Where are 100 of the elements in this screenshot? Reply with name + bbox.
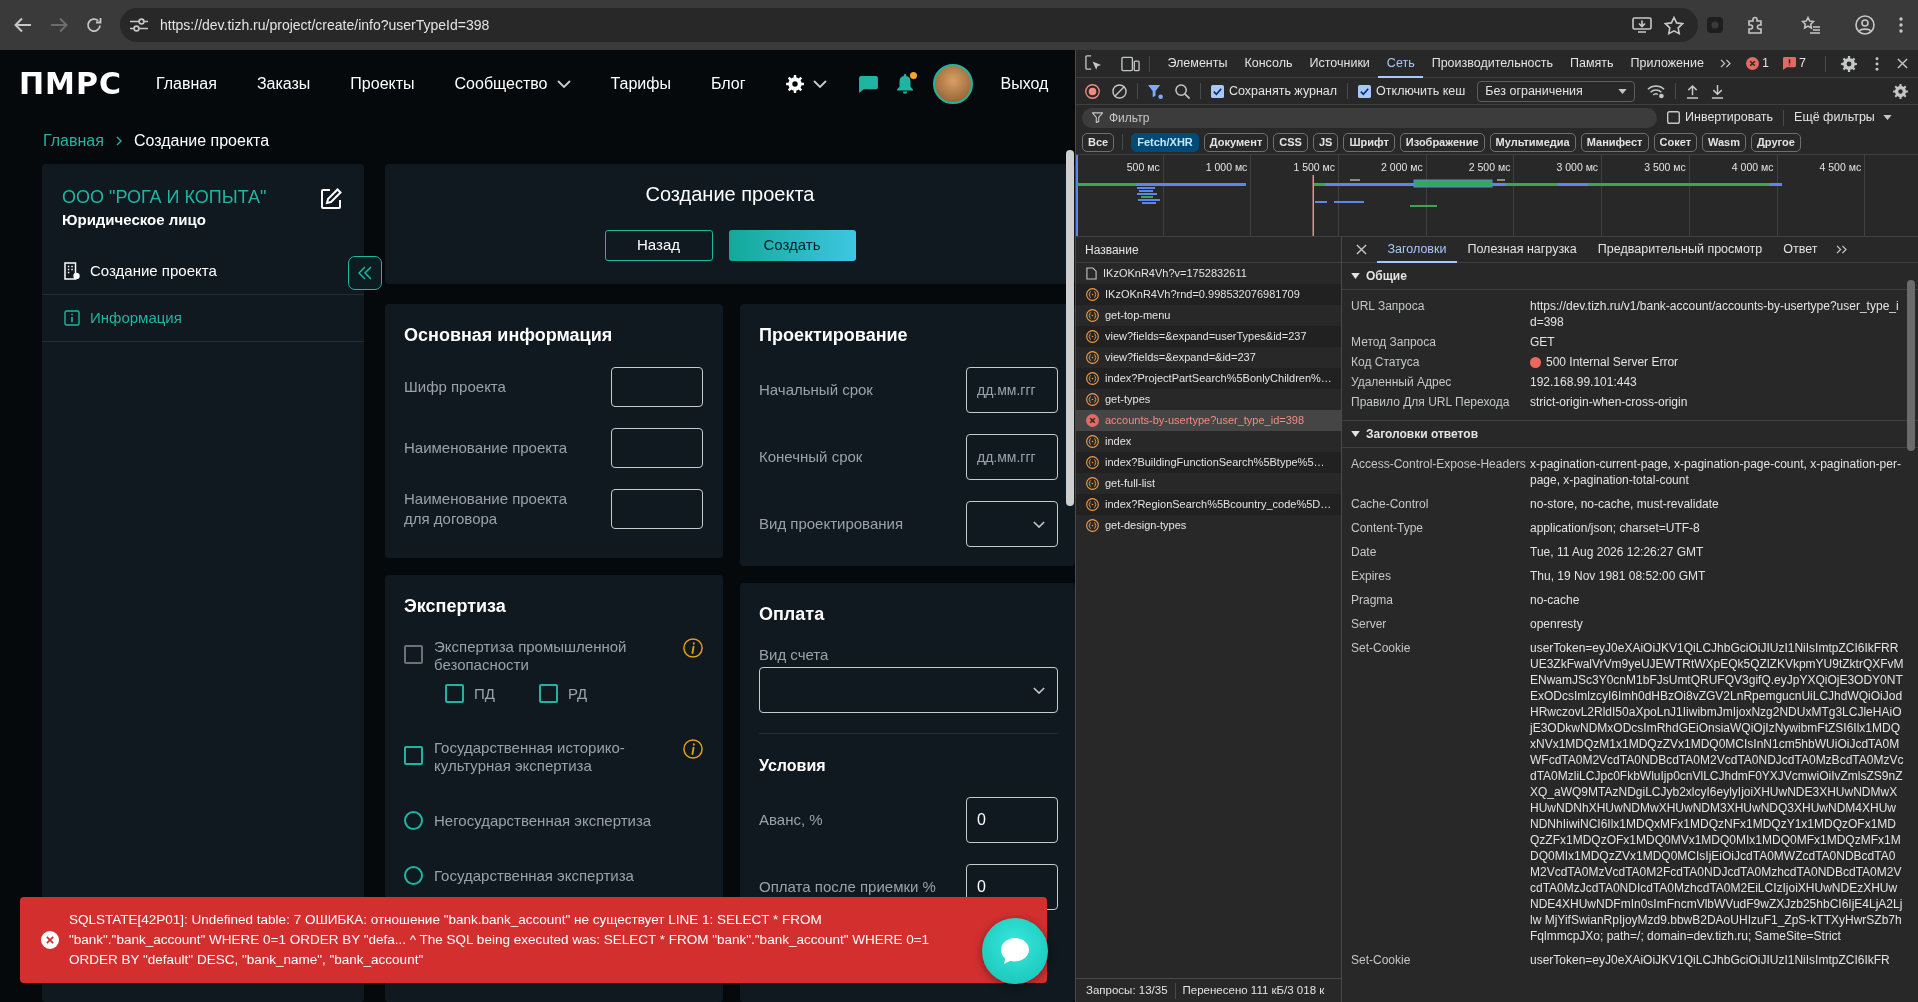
issues-button[interactable]: 7 bbox=[1779, 54, 1810, 73]
settings-icon[interactable] bbox=[1841, 55, 1857, 72]
filter-icon[interactable] bbox=[1148, 83, 1163, 99]
back-button[interactable]: Назад bbox=[604, 230, 713, 261]
text-input[interactable] bbox=[611, 428, 703, 468]
clear-icon[interactable] bbox=[1112, 83, 1127, 99]
breadcrumb-link[interactable]: Главная bbox=[43, 129, 104, 153]
nav-link[interactable]: Сообщество bbox=[454, 72, 571, 96]
checkbox-label[interactable]: Государственная историко-культурная экспертиза bbox=[434, 739, 649, 775]
address-bar[interactable]: https://dev.tizh.ru/project/create/info?userTypeId=398 bbox=[120, 8, 1698, 42]
upload-icon[interactable] bbox=[1686, 83, 1700, 99]
select-field[interactable] bbox=[759, 667, 1058, 713]
throttling-select[interactable]: Без ограничения bbox=[1477, 80, 1636, 102]
scrollbar-thumb[interactable] bbox=[1907, 280, 1915, 451]
panel-tab[interactable]: Элементы bbox=[1159, 49, 1236, 78]
type-filter-button[interactable]: Шрифт bbox=[1343, 132, 1395, 152]
request-row[interactable]: index?ProjectPartSearch%5BonlyChildren%… bbox=[1076, 368, 1341, 389]
request-row[interactable]: view?fields=&expand=&id=237 bbox=[1076, 347, 1341, 368]
create-button[interactable]: Создать bbox=[728, 230, 856, 261]
type-filter-button[interactable]: Другое bbox=[1751, 132, 1801, 152]
site-settings-icon[interactable] bbox=[130, 18, 148, 32]
bell-icon[interactable] bbox=[895, 74, 914, 94]
chat-icon[interactable] bbox=[858, 75, 878, 93]
info-icon[interactable] bbox=[683, 739, 703, 759]
network-conditions-icon[interactable] bbox=[1647, 83, 1666, 99]
nav-link[interactable]: Заказы bbox=[256, 72, 311, 96]
logout-link[interactable]: Выход bbox=[1000, 72, 1049, 96]
record-icon[interactable] bbox=[1085, 83, 1100, 99]
star-icon[interactable] bbox=[1664, 15, 1684, 35]
radio-button[interactable] bbox=[404, 866, 423, 885]
puzzle-icon[interactable] bbox=[1747, 16, 1765, 34]
radio-label[interactable]: Государственная экспертиза bbox=[434, 866, 634, 885]
close-icon[interactable] bbox=[1356, 244, 1367, 255]
request-row[interactable]: index?RegionSearch%5Bcountry_code%5D… bbox=[1076, 494, 1341, 515]
text-input[interactable] bbox=[611, 367, 703, 407]
panel-tab[interactable]: Производительность bbox=[1423, 49, 1562, 78]
nav-link[interactable]: Проекты bbox=[350, 72, 415, 96]
checkbox-label[interactable]: Отключить кеш bbox=[1376, 81, 1466, 101]
request-row[interactable]: get-full-list bbox=[1076, 473, 1341, 494]
request-row[interactable]: get-types bbox=[1076, 389, 1341, 410]
request-row[interactable]: IKzOKnR4Vh?v=1752832611 bbox=[1076, 263, 1341, 284]
checkbox-label[interactable]: Инвертировать bbox=[1685, 108, 1774, 127]
logo[interactable]: ПМРС bbox=[19, 69, 122, 99]
detail-tab[interactable]: Заголовки bbox=[1377, 236, 1457, 263]
bookmarks-icon[interactable] bbox=[1801, 16, 1821, 34]
type-filter-button[interactable]: Wasm bbox=[1702, 132, 1747, 152]
date-input[interactable]: дд.мм.ггг bbox=[966, 434, 1058, 480]
request-row[interactable]: index?BuildingFunctionSearch%5Btype%5… bbox=[1076, 452, 1341, 473]
detail-tab[interactable]: Предварительный просмотр bbox=[1587, 236, 1773, 263]
request-row[interactable]: IKzOKnR4Vh?rnd=0.998532076981709 bbox=[1076, 284, 1341, 305]
back-icon[interactable] bbox=[14, 17, 32, 33]
panel-tab[interactable]: Приложение bbox=[1622, 49, 1713, 78]
download-icon[interactable] bbox=[1711, 83, 1725, 99]
type-filter-button[interactable]: CSS bbox=[1273, 132, 1308, 152]
scrollbar-thumb[interactable] bbox=[1066, 150, 1074, 506]
type-filter-button[interactable]: Документ bbox=[1203, 132, 1269, 152]
reload-icon[interactable] bbox=[86, 17, 102, 33]
more-tabs-icon[interactable] bbox=[1720, 59, 1732, 68]
detail-tab[interactable]: Ответ bbox=[1772, 236, 1828, 263]
checkbox[interactable] bbox=[1667, 111, 1680, 124]
install-icon[interactable] bbox=[1632, 17, 1652, 33]
checkbox-label[interactable]: Сохранять журнал bbox=[1229, 81, 1338, 101]
sidebar-item[interactable]: Создание проекта bbox=[64, 259, 217, 283]
device-toolbar-icon[interactable] bbox=[1121, 55, 1140, 72]
panel-tab[interactable]: Источники bbox=[1301, 49, 1379, 78]
column-header[interactable]: Название bbox=[1076, 237, 1341, 263]
type-filter-button[interactable]: Манифест bbox=[1580, 132, 1649, 152]
edit-icon[interactable] bbox=[319, 187, 343, 211]
nav-link[interactable]: Блог bbox=[710, 72, 746, 96]
radio-label[interactable]: Негосударственная экспертиза bbox=[434, 811, 652, 830]
type-filter-button[interactable]: Fetch/XHR bbox=[1131, 132, 1199, 152]
type-filter-button[interactable]: JS bbox=[1312, 132, 1339, 152]
settings-button[interactable] bbox=[785, 75, 827, 93]
collapse-button[interactable] bbox=[348, 256, 382, 290]
close-icon[interactable] bbox=[41, 931, 59, 949]
checkbox[interactable] bbox=[1211, 84, 1224, 98]
request-row[interactable]: index bbox=[1076, 431, 1341, 452]
panel-tab[interactable]: Память bbox=[1561, 49, 1623, 78]
select-field[interactable] bbox=[966, 501, 1058, 547]
checkbox[interactable] bbox=[1358, 84, 1372, 98]
type-filter-button[interactable]: Все bbox=[1082, 132, 1115, 152]
errors-button[interactable]: 1 bbox=[1742, 54, 1774, 73]
request-row[interactable]: get-design-types bbox=[1076, 515, 1341, 536]
sidebar-item[interactable]: Информация bbox=[64, 306, 182, 330]
nav-link[interactable]: Тарифы bbox=[610, 72, 671, 96]
request-row[interactable]: get-top-menu bbox=[1076, 305, 1341, 326]
close-icon[interactable] bbox=[1897, 58, 1908, 69]
type-filter-button[interactable]: Изображение bbox=[1399, 132, 1485, 152]
more-icon[interactable] bbox=[1875, 56, 1879, 71]
settings-icon[interactable] bbox=[1893, 83, 1908, 99]
more-filters-button[interactable]: Ещё фильтры bbox=[1794, 108, 1892, 127]
panel-tab[interactable]: Сеть bbox=[1378, 49, 1424, 78]
type-filter-button[interactable]: Сокет bbox=[1653, 132, 1698, 152]
profile-icon[interactable] bbox=[1855, 15, 1875, 35]
search-icon[interactable] bbox=[1175, 83, 1190, 99]
inspect-icon[interactable] bbox=[1085, 55, 1102, 72]
checkbox[interactable] bbox=[404, 746, 423, 765]
filter-field[interactable]: Фильтр bbox=[1082, 107, 1657, 128]
text-input[interactable] bbox=[611, 489, 703, 529]
number-input[interactable]: 0 bbox=[966, 797, 1058, 843]
